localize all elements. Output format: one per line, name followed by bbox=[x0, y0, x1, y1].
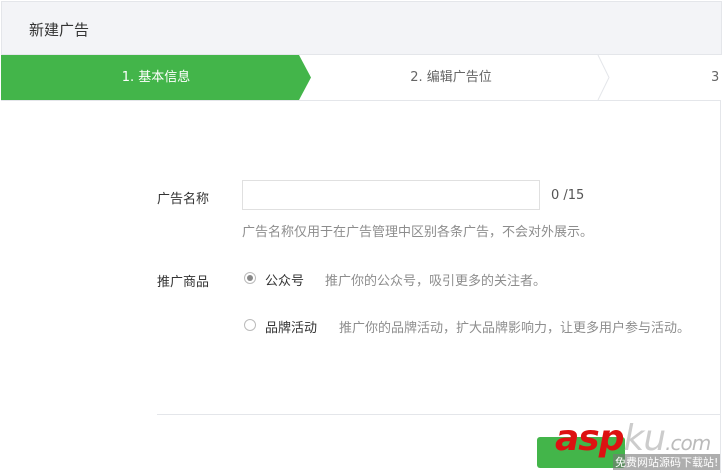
ad-name-input[interactable] bbox=[242, 180, 540, 210]
option-label[interactable]: 品牌活动 bbox=[265, 317, 317, 336]
option-description: 推广你的品牌活动，扩大品牌影响力，让更多用户参与活动。 bbox=[339, 321, 691, 336]
radio-button[interactable] bbox=[244, 272, 256, 284]
watermark-slogan: 免费网站源码下载站! bbox=[613, 454, 721, 470]
step-separator bbox=[597, 55, 610, 100]
ad-name-label: 广告名称 bbox=[157, 192, 210, 207]
ad-name-char-count: 0 /15 bbox=[551, 188, 585, 203]
step-3: 3 bbox=[711, 70, 720, 85]
step-1-active: 1. 基本信息 bbox=[1, 55, 311, 100]
content-border bbox=[720, 100, 721, 473]
radio-button[interactable] bbox=[244, 319, 256, 331]
product-label: 推广商品 bbox=[157, 275, 210, 290]
step-progress: 1. 基本信息 2. 编辑广告位 3 bbox=[1, 54, 721, 101]
option-description: 推广你的公众号，吸引更多的关注者。 bbox=[325, 274, 547, 289]
option-label[interactable]: 公众号 bbox=[265, 270, 304, 289]
ad-name-hint: 广告名称仅用于在广告管理中区别各条广告，不会对外展示。 bbox=[242, 225, 594, 240]
watermark-logo: aspku.com bbox=[555, 418, 711, 459]
page-title: 新建广告 bbox=[29, 21, 90, 39]
step-2: 2. 编辑广告位 bbox=[410, 70, 492, 85]
divider bbox=[157, 414, 721, 415]
page-header: 新建广告 bbox=[1, 1, 722, 55]
